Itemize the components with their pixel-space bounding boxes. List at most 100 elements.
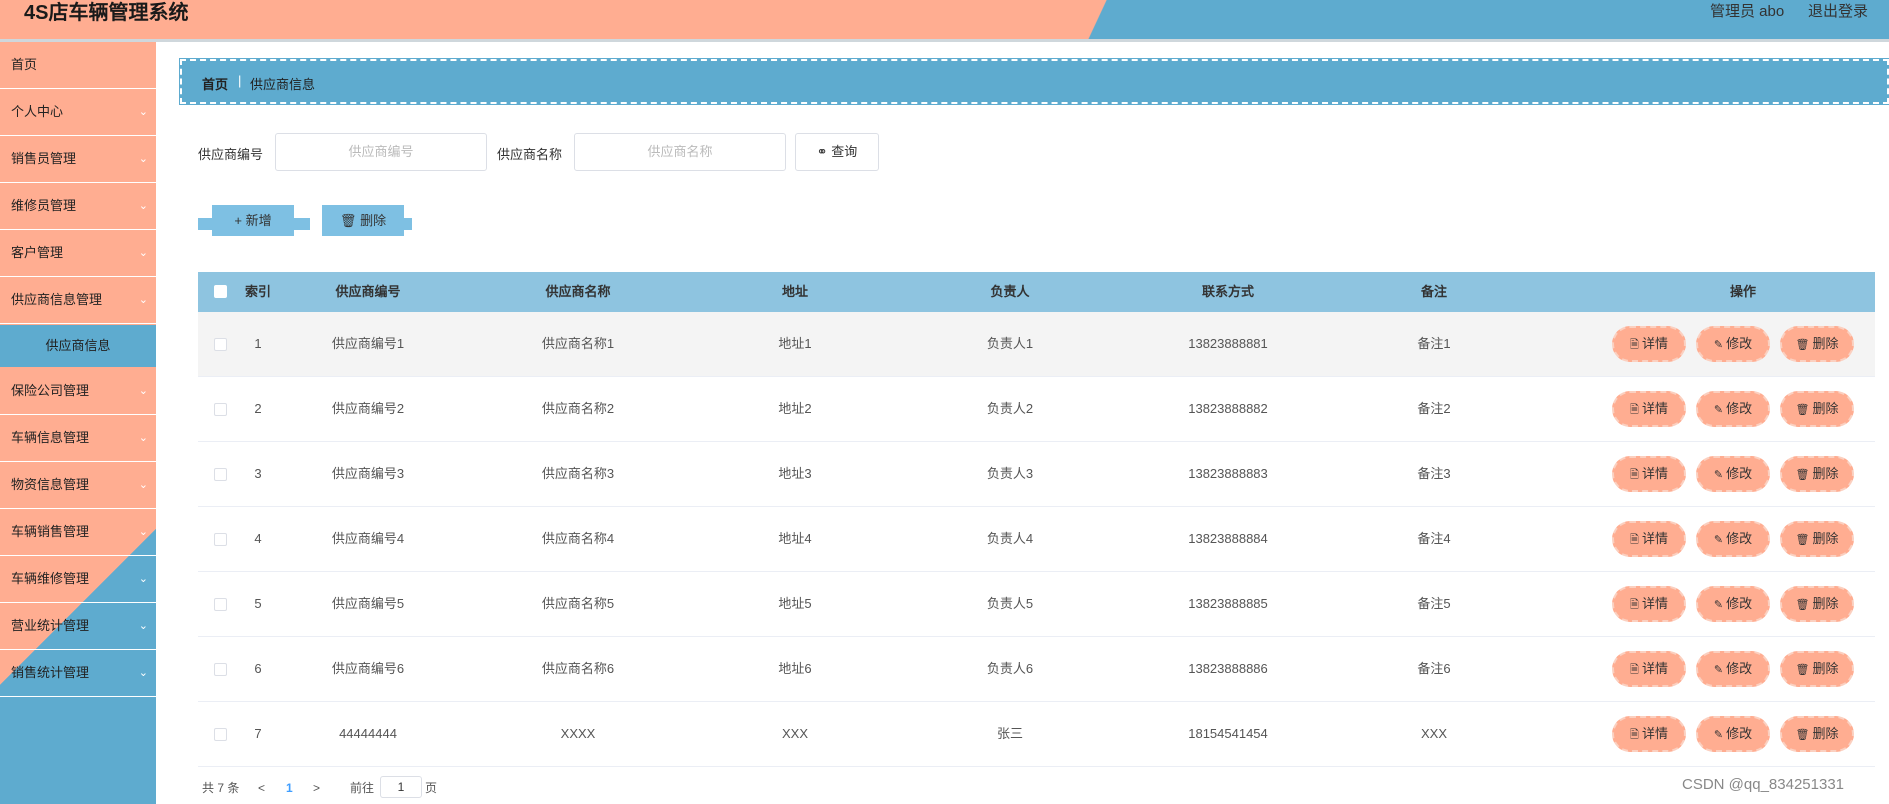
sidebar-item-label: 销售员管理: [11, 151, 77, 166]
delete-button[interactable]: 🗑 删除: [1780, 651, 1854, 687]
row-checkbox[interactable]: [214, 403, 227, 416]
row-checkbox[interactable]: [214, 338, 227, 351]
edit-button[interactable]: ✎ 修改: [1696, 586, 1770, 622]
sidebar-subitem-supplier-info[interactable]: 供应商信息: [0, 325, 156, 367]
edit-button[interactable]: ✎ 修改: [1696, 651, 1770, 687]
column-header-address: 地址: [781, 284, 808, 299]
delete-button[interactable]: 🗑 删除: [1780, 456, 1854, 492]
prev-page-button[interactable]: <: [258, 780, 265, 796]
edit-button-label: 修改: [1726, 726, 1753, 741]
chevron-down-icon: ⌄: [138, 153, 148, 165]
sidebar-item-vehicle-sales[interactable]: 车辆销售管理 ⌄: [0, 509, 156, 556]
detail-button[interactable]: 🗎 详情: [1612, 586, 1686, 622]
delete-button[interactable]: 🗑 删除: [1780, 716, 1854, 752]
table-row: 7 44444444 XXXX XXX 张三 18154541454 XXX 🗎 详情 ✎ 修改…: [198, 702, 1875, 767]
edit-button[interactable]: ✎ 修改: [1696, 326, 1770, 362]
delete-button[interactable]: 🗑 删除: [1780, 391, 1854, 427]
table-row: 4 供应商编号4 供应商名称4 地址4 负责人4 13823888884 备注4 🗎 详情 ✎ …: [198, 507, 1875, 572]
row-checkbox[interactable]: [214, 533, 227, 546]
sidebar-item-home[interactable]: 首页: [0, 42, 156, 89]
chevron-down-icon: ⌄: [138, 385, 148, 397]
supplier-name-input[interactable]: 供应商名称: [574, 133, 786, 171]
breadcrumb-home[interactable]: 首页: [202, 74, 228, 93]
sidebar-item-repairer[interactable]: 维修员管理 ⌄: [0, 183, 156, 230]
sidebar-item-vehicle[interactable]: 车辆信息管理 ⌄: [0, 415, 156, 462]
cell-supplier-name: 供应商名称2: [541, 401, 615, 416]
table-header: 索引 供应商编号 供应商名称 地址 负责人 联系方式 备注 操作: [198, 272, 1875, 312]
sidebar-item-supplier[interactable]: 供应商信息管理 ⌄: [0, 277, 156, 324]
sidebar-item-personal-center[interactable]: 个人中心 ⌄: [0, 89, 156, 136]
search-icon: ⚭: [816, 144, 828, 159]
select-all-checkbox[interactable]: [214, 285, 227, 298]
row-checkbox[interactable]: [214, 468, 227, 481]
cell-supplier-code: 供应商编号1: [331, 336, 405, 351]
delete-button[interactable]: 🗑 删除: [1780, 326, 1854, 362]
sidebar-item-salesperson[interactable]: 销售员管理 ⌄: [0, 136, 156, 183]
delete-button-label: 删除: [1812, 466, 1839, 481]
sidebar-item-insurance[interactable]: 保险公司管理 ⌄: [0, 368, 156, 415]
edit-button[interactable]: ✎ 修改: [1696, 521, 1770, 557]
table-row: 1 供应商编号1 供应商名称1 地址1 负责人1 13823888881 备注1 🗎 详情 ✎ …: [198, 312, 1875, 377]
sidebar-item-label: 销售统计管理: [11, 665, 90, 680]
delete-button-label: 删除: [1812, 661, 1839, 676]
cell-supplier-code: 供应商编号2: [331, 401, 405, 416]
app-title: 4S店车辆管理系统: [24, 2, 189, 24]
edit-button[interactable]: ✎ 修改: [1696, 391, 1770, 427]
chevron-down-icon: ⌄: [138, 526, 148, 538]
edit-button-label: 修改: [1726, 531, 1753, 546]
cell-supplier-name: XXXX: [560, 726, 596, 741]
detail-button[interactable]: 🗎 详情: [1612, 391, 1686, 427]
supplier-code-input[interactable]: 供应商编号: [275, 133, 487, 171]
edit-button[interactable]: ✎ 修改: [1696, 456, 1770, 492]
cell-index: 4: [254, 531, 262, 546]
cell-index: 6: [254, 661, 262, 676]
search-button[interactable]: ⚭ 查询: [795, 133, 879, 171]
edit-button[interactable]: ✎ 修改: [1696, 716, 1770, 752]
delete-button-label: 删除: [1812, 336, 1839, 351]
detail-button[interactable]: 🗎 详情: [1612, 716, 1686, 752]
cell-contact: 13823888884: [1188, 531, 1268, 546]
sidebar-item-customer[interactable]: 客户管理 ⌄: [0, 230, 156, 277]
sidebar-item-business-stats[interactable]: 营业统计管理 ⌄: [0, 603, 156, 650]
document-icon: 🗎: [1630, 599, 1642, 611]
delete-button-tab-right: [404, 218, 412, 230]
add-button-label: 新增: [245, 213, 272, 228]
delete-button[interactable]: 🗑 删除: [1780, 521, 1854, 557]
cell-remark: 备注6: [1417, 661, 1451, 676]
cell-index: 7: [254, 726, 262, 741]
row-checkbox[interactable]: [214, 663, 227, 676]
detail-button[interactable]: 🗎 详情: [1612, 651, 1686, 687]
detail-button[interactable]: 🗎 详情: [1612, 456, 1686, 492]
row-checkbox[interactable]: [214, 728, 227, 741]
detail-button-label: 详情: [1641, 401, 1668, 416]
cell-supplier-code: 供应商编号5: [331, 596, 405, 611]
sidebar-item-label: 首页: [11, 57, 38, 72]
add-button[interactable]: + 新增: [212, 205, 294, 236]
cell-address: 地址2: [778, 401, 812, 416]
page-number-current[interactable]: 1: [286, 780, 293, 796]
sidebar-item-sales-stats[interactable]: 销售统计管理 ⌄: [0, 650, 156, 697]
chevron-down-icon: ⌄: [138, 479, 148, 491]
edit-button-label: 修改: [1726, 336, 1753, 351]
column-header-remark: 备注: [1420, 284, 1447, 299]
row-checkbox[interactable]: [214, 598, 227, 611]
sidebar-item-material[interactable]: 物资信息管理 ⌄: [0, 462, 156, 509]
goto-page-input[interactable]: 1: [380, 776, 422, 798]
detail-button[interactable]: 🗎 详情: [1612, 521, 1686, 557]
sidebar-item-label: 客户管理: [11, 245, 64, 260]
next-page-button[interactable]: >: [313, 780, 320, 796]
cell-address: 地址6: [778, 661, 812, 676]
detail-button[interactable]: 🗎 详情: [1612, 326, 1686, 362]
delete-button[interactable]: 🗑 删除: [1780, 586, 1854, 622]
edit-button-label: 修改: [1726, 401, 1753, 416]
column-header-actions: 操作: [1729, 284, 1756, 299]
cell-owner: 负责人3: [986, 466, 1034, 481]
cell-supplier-code: 供应商编号4: [331, 531, 405, 546]
logout-button[interactable]: 退出登录: [1808, 2, 1868, 22]
table-row: 2 供应商编号2 供应商名称2 地址2 负责人2 13823888882 备注2 🗎 详情 ✎ …: [198, 377, 1875, 442]
sidebar-item-vehicle-repair[interactable]: 车辆维修管理 ⌄: [0, 556, 156, 603]
document-icon: 🗎: [1630, 339, 1642, 351]
bulk-delete-button[interactable]: 🗑 删除: [322, 205, 404, 236]
breadcrumb: 首页 | 供应商信息: [179, 58, 1889, 105]
detail-button-label: 详情: [1641, 531, 1668, 546]
